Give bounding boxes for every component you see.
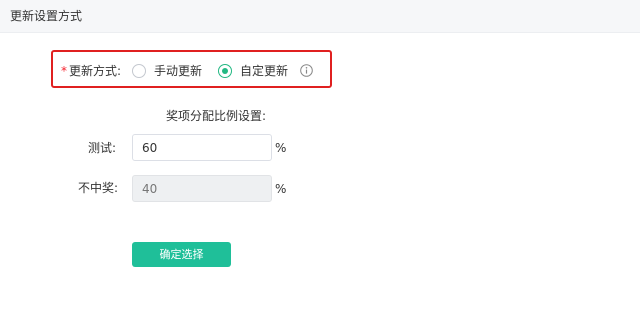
required-mark: *: [61, 64, 67, 78]
radio-manual-update[interactable]: 手动更新: [132, 63, 202, 79]
confirm-selection-button[interactable]: 确定选择: [132, 242, 231, 267]
radio-manual-update-circle[interactable]: [132, 64, 146, 78]
no-prize-ratio-unit: %: [275, 182, 287, 196]
test-field-label: 测试:: [88, 141, 117, 155]
update-mode-label-text: 更新方式:: [69, 64, 122, 78]
radio-manual-update-label[interactable]: 手动更新: [154, 64, 202, 78]
info-circle-icon[interactable]: [300, 64, 313, 77]
radio-custom-update[interactable]: 自定更新: [218, 63, 288, 79]
no-prize-ratio-input: [132, 175, 272, 202]
page-header: 更新设置方式: [0, 0, 640, 33]
radio-custom-update-circle[interactable]: [218, 64, 232, 78]
test-ratio-unit: %: [275, 141, 287, 155]
test-ratio-input[interactable]: [132, 134, 272, 161]
radio-custom-update-label[interactable]: 自定更新: [240, 64, 288, 78]
update-mode-label: * 更新方式:: [61, 64, 121, 78]
ratio-section-title: 奖项分配比例设置:: [166, 109, 267, 123]
page-title: 更新设置方式: [10, 9, 83, 23]
no-prize-field-label: 不中奖:: [78, 181, 119, 195]
